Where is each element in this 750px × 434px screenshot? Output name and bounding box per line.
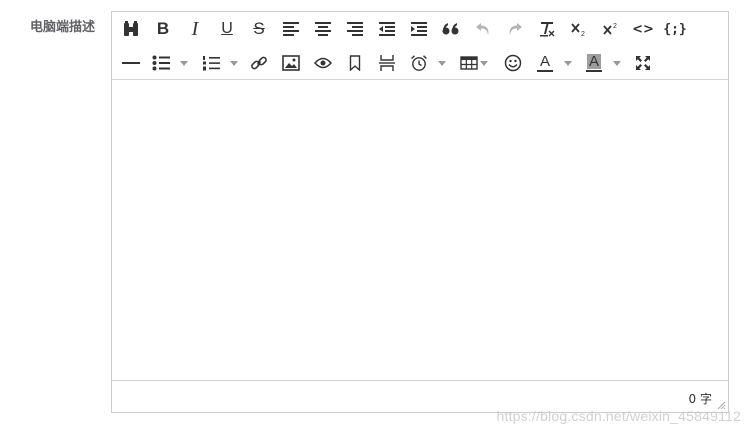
outdent-button[interactable] [374,16,400,42]
align-center-icon [315,22,331,36]
table-icon [460,56,478,70]
numbered-list-dropdown[interactable] [228,50,240,76]
preview-button[interactable] [310,50,336,76]
bold-icon: B [156,19,170,38]
subscript-button[interactable]: 2 [566,16,592,42]
anchor-button[interactable] [342,50,368,76]
undo-button[interactable] [470,16,496,42]
indent-button[interactable] [406,16,432,42]
code-sample-button[interactable]: {;} [660,16,690,42]
chevron-down-icon [564,60,572,66]
background-color-dropdown[interactable] [611,50,623,76]
bullet-list-dropdown[interactable] [178,50,190,76]
chevron-down-icon [480,60,488,66]
fullscreen-button[interactable] [630,50,656,76]
bold-button[interactable]: B [150,16,176,42]
emoticons-button[interactable] [500,50,526,76]
binoculars-icon [124,21,138,36]
superscript-icon: 2 [603,23,617,35]
underline-icon: U [221,20,233,37]
background-color-button[interactable]: A [581,50,607,76]
watermark: https://blog.csdn.net/weixin_45849112 [496,408,741,424]
align-right-button[interactable] [342,16,368,42]
hr-icon [122,62,140,64]
code-sample-icon: {;} [663,21,687,37]
text-color-dropdown[interactable] [562,50,574,76]
bullet-list-button[interactable] [148,50,174,76]
underline-button[interactable]: U [214,16,240,42]
background-color-icon: A [586,54,602,72]
text-color-icon: A [537,54,553,72]
svg-text:2: 2 [581,31,585,37]
insert-datetime-button[interactable] [406,50,432,76]
superscript-button[interactable]: 2 [598,16,624,42]
text-color-letter: A [539,53,550,70]
eye-icon [314,57,332,69]
svg-text:2: 2 [613,23,617,30]
italic-button[interactable]: I [182,16,208,42]
outdent-icon [379,22,395,36]
code-icon: <> [632,21,654,37]
find-replace-button[interactable] [118,16,144,42]
page-break-button[interactable] [374,50,400,76]
insert-datetime-dropdown[interactable] [436,50,448,76]
clear-format-icon [540,22,555,37]
chevron-down-icon [230,60,238,66]
smiley-icon [504,54,522,72]
text-color-button[interactable]: A [532,50,558,76]
code-button[interactable]: <> [630,16,656,42]
alarm-clock-icon [411,55,427,71]
redo-icon [509,23,522,35]
bullet-list-icon [152,55,170,71]
editor-content-area[interactable] [112,80,728,381]
background-color-letter: A [586,53,601,70]
table-dropdown[interactable] [478,50,490,76]
strikethrough-icon: S [253,19,265,38]
bookmark-icon [349,55,361,71]
numbered-list-icon [203,56,220,71]
editor-toolbar: B I U S 2 2 <> {;} A A [112,12,728,80]
remove-format-button[interactable] [534,16,560,42]
chevron-down-icon [613,60,621,66]
quote-icon [442,23,459,35]
text-color-bar [537,70,553,72]
image-button[interactable] [278,50,304,76]
numbered-list-button[interactable] [198,50,224,76]
subscript-icon: 2 [571,23,585,37]
word-count: 0 字 [688,392,712,406]
fullscreen-icon [636,56,650,70]
rich-text-editor: B I U S 2 2 <> {;} A A 0 字 [111,11,729,413]
horizontal-rule-button[interactable] [118,50,144,76]
align-center-button[interactable] [310,16,336,42]
image-icon [282,55,300,71]
background-color-bar [586,70,602,72]
page-break-icon [379,55,395,71]
align-right-icon [347,22,363,36]
chevron-down-icon [180,60,188,66]
link-button[interactable] [246,50,272,76]
blockquote-button[interactable] [438,16,464,42]
align-left-button[interactable] [278,16,304,42]
link-icon [251,56,267,70]
chevron-down-icon [438,60,446,66]
strikethrough-button[interactable]: S [246,16,272,42]
italic-icon: I [191,17,199,40]
undo-icon [476,23,489,35]
redo-button[interactable] [502,16,528,42]
align-left-icon [283,22,299,36]
field-label: 电脑端描述 [30,20,96,35]
indent-icon [411,22,427,36]
